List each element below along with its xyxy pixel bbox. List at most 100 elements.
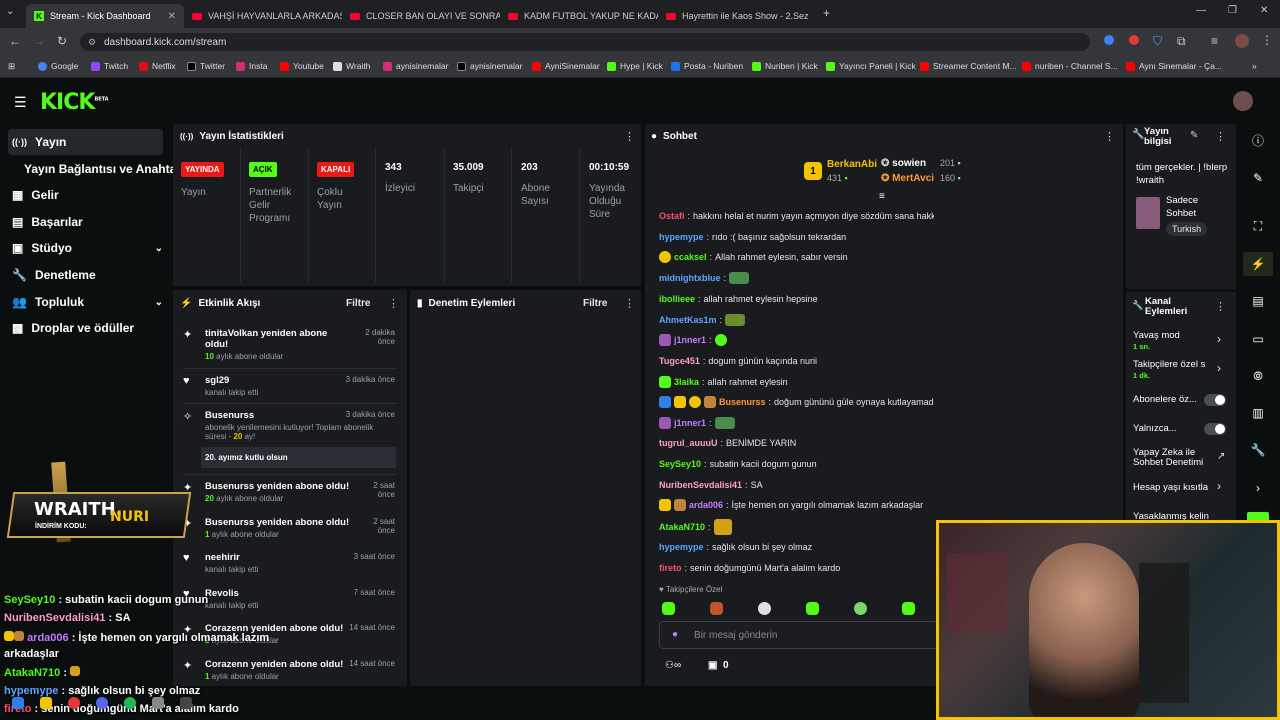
chat-bubble-icon[interactable]: ▭ [1243,327,1273,351]
browser-tab[interactable]: KADM FUTBOL YAKUP NE KADA ✕ [500,4,658,28]
tab-search-icon[interactable]: ⌄ [6,6,14,17]
bookmark-item[interactable]: Yayıncı Paneli | Kick [826,61,916,71]
browser-tab[interactable]: VAHŞİ HAYVANLARLA ARKADAŞ ✕ [184,4,342,28]
bookmark-item[interactable]: AyniSinemalar [532,61,600,71]
close-window-icon[interactable]: ✕ [1260,5,1268,16]
browser-tab[interactable]: Hayrettin ile Kaos Show - 2.Sez ✕ [658,4,816,28]
chat-username[interactable]: Ostafi [659,211,685,221]
sidebar-item-stream-key[interactable]: Yayın Bağlantısı ve Anahtarı [8,156,184,182]
bookmark-item[interactable]: Twitter [187,61,225,71]
bookmark-item[interactable]: Twitch [91,61,128,71]
extension-icon[interactable] [1104,35,1114,45]
stream-info-menu-icon[interactable]: ⋮ [1215,130,1226,143]
bookmark-item[interactable]: Netflix [139,61,176,71]
action-followers-only[interactable]: Takipçilere özel s [1133,359,1213,370]
broadcast-icon[interactable]: ⦾ [1243,364,1273,388]
stats-menu-icon[interactable]: ⋮ [624,130,635,143]
chat-username[interactable]: ibollieee [659,294,695,304]
apps-icon[interactable]: ⊞ [8,61,15,72]
chevron-right-icon[interactable]: › [1243,476,1273,500]
points-counter[interactable]: ▣ 0 [708,660,729,671]
edit-pencil-icon[interactable]: ✎ [1190,130,1198,141]
info-icon[interactable]: ⓘ [1243,128,1273,152]
back-icon[interactable]: ← [9,34,21,48]
microphone-icon[interactable]: ● [672,629,678,640]
wrench-icon[interactable]: 🔧 [1243,438,1273,462]
edit-icon[interactable]: ✎ [1243,166,1273,190]
activity-menu-icon[interactable]: ⋮ [388,297,399,310]
forward-icon[interactable]: → [33,34,45,48]
browser-tab[interactable]: K Stream - Kick Dashboard ✕ [26,4,184,28]
menu-icon[interactable]: ⋮ [1261,33,1273,47]
media-icon[interactable]: ≡ [1211,34,1218,48]
bookmark-item[interactable]: Youtube [280,61,324,71]
layers-icon[interactable]: ▥ [1243,401,1273,425]
bookmark-item[interactable]: Posta - Nuriben [671,61,743,71]
url-field[interactable]: ⚙ dashboard.kick.com/stream [80,33,1090,51]
sidebar-item-droplar[interactable]: ▩ Droplar ve ödüller [8,315,134,341]
emote-icon[interactable] [710,602,723,615]
action-account-age[interactable]: Hesap yaşı kısıtla [1133,482,1208,493]
sidebar-item-gelir[interactable]: ▦ Gelir [8,182,59,208]
action-slow-mode[interactable]: Yavaş mod [1133,330,1180,341]
chat-username[interactable]: Tugce451 [659,356,700,366]
bookmark-item[interactable]: aynisinemalar [457,61,522,71]
chat-username[interactable]: hypemype [659,232,704,242]
action-ai-moderation[interactable]: Yapay Zeka ile Sohbet Denetimi [1133,448,1213,468]
emote-icon[interactable] [902,602,915,615]
chat-username[interactable]: j1nner1 [674,335,706,345]
lightning-icon[interactable]: ⚡ [1243,252,1273,276]
chat-username[interactable]: NuribenSevdalisi41 [659,480,742,490]
bookmark-item[interactable]: Nuriben | Kick [752,61,818,71]
chat-username[interactable]: fireto [659,563,682,573]
minimize-icon[interactable]: — [1196,5,1206,16]
sidebar-item-yayin[interactable]: ((·)) Yayın [8,129,163,155]
chat-username[interactable]: 3laika [674,377,699,387]
emote-icon[interactable] [662,602,675,615]
chevron-right-icon[interactable]: › [1217,361,1221,375]
chat-username[interactable]: SeySey10 [659,459,701,469]
users-icon[interactable]: ⚇∞ [665,660,681,671]
chat-username[interactable]: j1nner1 [674,418,706,428]
activity-filter-button[interactable]: Filtre [346,298,370,309]
chat-username[interactable]: ccaksel [674,252,707,262]
more-bookmarks-icon[interactable]: » [1252,61,1257,71]
maximize-icon[interactable]: ❐ [1228,5,1237,16]
chat-username[interactable]: midnightxblue [659,273,721,283]
new-tab-icon[interactable]: + [823,6,830,20]
moderation-menu-icon[interactable]: ⋮ [624,297,635,310]
bookmark-item[interactable]: nuriben - Channel S... [1022,61,1118,71]
close-tab-icon[interactable]: ✕ [815,11,816,22]
chat-username[interactable]: AhmetKas1m [659,315,717,325]
sidebar-item-topluluk[interactable]: 👥 Topluluk ⌄ [8,289,163,315]
fullscreen-icon[interactable]: ⛶ [1243,214,1273,238]
emote-only-toggle[interactable] [1204,423,1226,435]
bookmark-item[interactable]: Google [38,61,78,71]
emote-icon[interactable] [758,602,771,615]
extensions-puzzle-icon[interactable]: ⧉ [1177,34,1186,49]
user-avatar[interactable] [1233,91,1253,111]
clipboard-icon[interactable]: ▤ [1243,289,1273,313]
bookmark-item[interactable]: aynisinemalar [383,61,448,71]
chevron-right-icon[interactable]: › [1217,332,1221,346]
hamburger-menu-icon[interactable]: ☰ [14,94,27,111]
chat-username[interactable]: tugrul_auuuU [659,438,718,448]
channel-actions-menu-icon[interactable]: ⋮ [1215,300,1226,313]
extension-icon[interactable] [1129,35,1139,45]
bookmark-item[interactable]: Streamer Content M... [920,61,1017,71]
shield-icon[interactable]: ⛉ [1153,34,1162,49]
sidebar-item-studyo[interactable]: ▣ Stüdyo ⌄ [8,235,163,261]
external-link-icon[interactable]: ↗ [1217,451,1225,462]
bookmark-item[interactable]: Wraith [333,61,370,71]
sidebar-item-denetleme[interactable]: 🔧 Denetleme [8,262,96,288]
chat-username[interactable]: hypemype [659,542,704,552]
bookmark-item[interactable]: Hype | Kick [607,61,663,71]
sidebar-item-basarilar[interactable]: ▤ Başarılar [8,209,83,235]
chat-input[interactable]: ● Bir mesaj gönderin [659,621,939,649]
emote-icon[interactable] [806,602,819,615]
chat-username[interactable]: arda006 [689,500,723,510]
bookmark-item[interactable]: Aynı Sinemalar - Ça... [1126,61,1222,71]
subscribers-only-toggle[interactable] [1204,394,1226,406]
chat-username[interactable]: AtakaN710 [659,522,705,532]
close-tab-icon[interactable]: ✕ [168,11,176,22]
